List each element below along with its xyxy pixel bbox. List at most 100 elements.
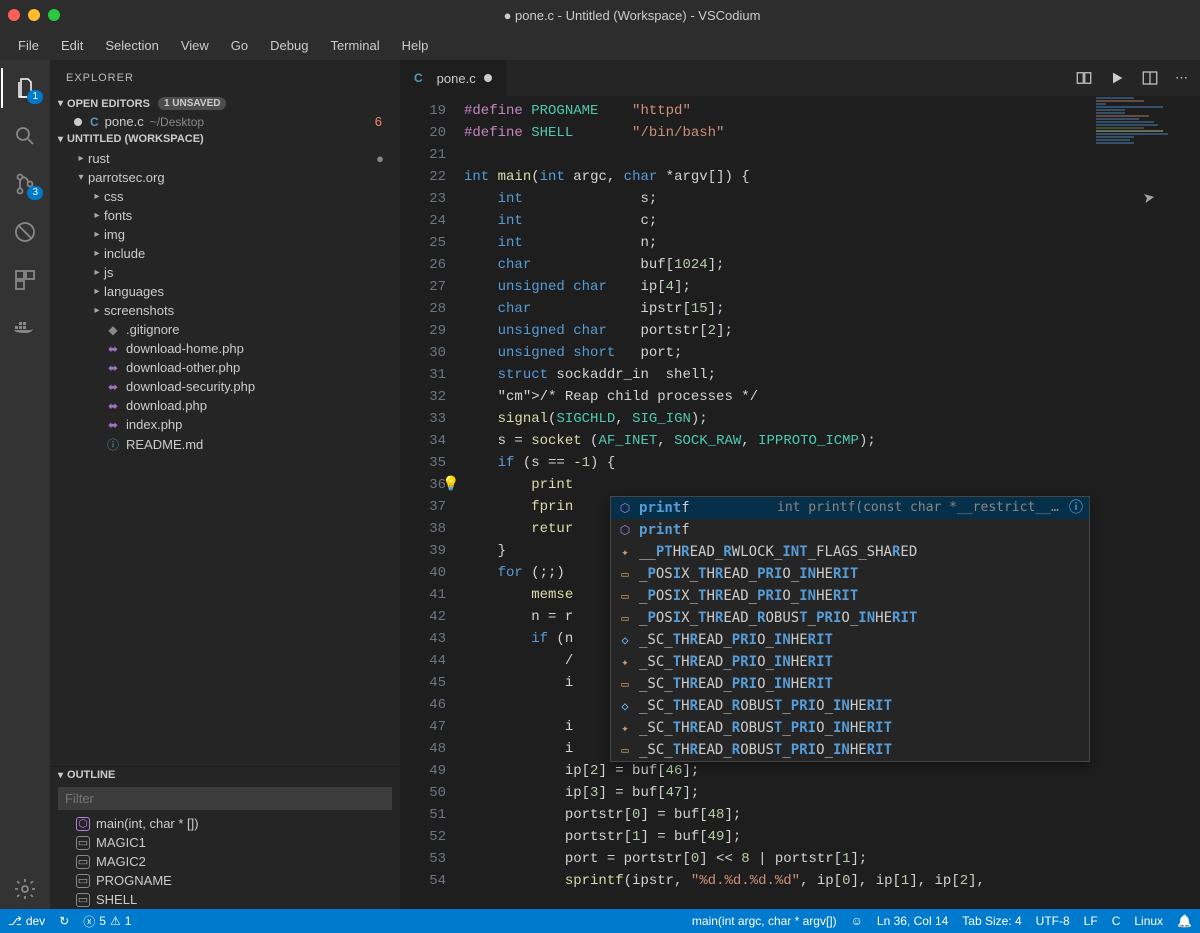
eol[interactable]: LF <box>1084 914 1098 928</box>
window-controls <box>8 9 60 21</box>
code-editor[interactable]: 1920212223242526272829303132333435363738… <box>400 96 1200 909</box>
suggest-item[interactable]: ⬡printfint printf(const char *__restrict… <box>611 497 1089 519</box>
split-editor-icon[interactable] <box>1141 69 1159 87</box>
folder-item[interactable]: ▸rust● <box>50 149 400 168</box>
menu-view[interactable]: View <box>171 34 219 57</box>
outline-item[interactable]: ▭PROGNAME <box>50 871 400 890</box>
suggest-item[interactable]: ▭_SC_THREAD_PRIO_INHERIT <box>611 673 1089 695</box>
outline-item[interactable]: ⬡main(int, char * []) <box>50 814 400 833</box>
menu-go[interactable]: Go <box>221 34 258 57</box>
lightbulb-icon[interactable]: 💡 <box>442 474 459 496</box>
suggest-item[interactable]: ✦_SC_THREAD_ROBUST_PRIO_INHERIT <box>611 717 1089 739</box>
menu-bar: File Edit Selection View Go Debug Termin… <box>0 30 1200 60</box>
outline-filter-input[interactable] <box>58 787 392 810</box>
folder-item[interactable]: ▸include <box>50 244 400 263</box>
menu-selection[interactable]: Selection <box>95 34 168 57</box>
menu-help[interactable]: Help <box>392 34 439 57</box>
cursor-position[interactable]: Ln 36, Col 14 <box>877 914 948 928</box>
suggest-item[interactable]: ✦__PTHREAD_RWLOCK_INT_FLAGS_SHARED <box>611 541 1089 563</box>
suggest-kind-icon: ▭ <box>617 585 633 607</box>
suggest-kind-icon: ▭ <box>617 563 633 585</box>
constant-icon: ▭ <box>76 874 90 888</box>
split-compare-icon[interactable] <box>1075 69 1093 87</box>
file-item[interactable]: ⬌download-security.php <box>50 377 400 396</box>
dirty-dot-icon: ● <box>376 151 384 166</box>
suggest-item[interactable]: ▭_SC_THREAD_ROBUST_PRIO_INHERIT <box>611 739 1089 761</box>
suggest-item[interactable]: ✦_SC_THREAD_PRIO_INHERIT <box>611 651 1089 673</box>
minimize-window-icon[interactable] <box>28 9 40 21</box>
outline-item[interactable]: ▭MAGIC1 <box>50 833 400 852</box>
file-item[interactable]: ⓘREADME.md <box>50 434 400 455</box>
suggest-item[interactable]: ⬡printf <box>611 519 1089 541</box>
status-bar: dev ↻ ⓧ5 ⚠1 main(int argc, char * argv[]… <box>0 909 1200 933</box>
open-editor-item[interactable]: C pone.c ~/Desktop 6 <box>50 112 400 131</box>
debug-icon[interactable] <box>1 212 49 252</box>
menu-debug[interactable]: Debug <box>260 34 318 57</box>
outline-item[interactable]: ▭MAGIC2 <box>50 852 400 871</box>
notifications-bell-icon[interactable] <box>1177 914 1192 928</box>
constant-icon: ▭ <box>76 893 90 907</box>
explorer-icon[interactable]: 1 <box>1 68 49 108</box>
problems-status[interactable]: ⓧ5 ⚠1 <box>83 913 131 930</box>
git-branch[interactable]: dev <box>8 914 45 928</box>
constant-icon: ▭ <box>76 836 90 850</box>
chevron-icon: ▸ <box>90 191 104 202</box>
folder-item[interactable]: ▸css <box>50 187 400 206</box>
chevron-down-icon: ▾ <box>58 770 63 781</box>
editor-tab-pone[interactable]: C pone.c <box>400 60 507 96</box>
language-mode[interactable]: C <box>1112 914 1121 928</box>
error-icon: ⓧ <box>83 913 95 930</box>
file-item[interactable]: ◆.gitignore <box>50 320 400 339</box>
tab-size[interactable]: Tab Size: 4 <box>962 914 1021 928</box>
folder-item[interactable]: ▸screenshots <box>50 301 400 320</box>
constant-icon: ▭ <box>76 855 90 869</box>
minimap[interactable] <box>1092 96 1188 496</box>
file-item[interactable]: ⬌download-home.php <box>50 339 400 358</box>
folder-item[interactable]: ▸img <box>50 225 400 244</box>
outline-item[interactable]: ▭SHELL <box>50 890 400 909</box>
settings-gear-icon[interactable] <box>1 869 49 909</box>
suggest-item[interactable]: ▭_POSIX_THREAD_PRIO_INHERIT <box>611 563 1089 585</box>
folder-item[interactable]: ▸js <box>50 263 400 282</box>
search-icon[interactable] <box>1 116 49 156</box>
suggest-kind-icon: ✦ <box>617 541 633 563</box>
c-file-icon: C <box>90 115 99 129</box>
file-item[interactable]: ⬌download.php <box>50 396 400 415</box>
workspace-header[interactable]: ▾ UNTITLED (WORKSPACE) <box>50 131 400 147</box>
suggest-item[interactable]: ◇_SC_THREAD_PRIO_INHERIT <box>611 629 1089 651</box>
info-icon[interactable]: ⓘ <box>1069 497 1083 519</box>
menu-edit[interactable]: Edit <box>51 34 93 57</box>
file-item[interactable]: ⬌download-other.php <box>50 358 400 377</box>
suggest-kind-icon: ✦ <box>617 717 633 739</box>
intellisense-popup[interactable]: ⬡printfint printf(const char *__restrict… <box>610 496 1090 762</box>
folder-item[interactable]: ▸languages <box>50 282 400 301</box>
run-icon[interactable] <box>1109 70 1125 86</box>
open-editors-header[interactable]: ▾ OPEN EDITORS 1 UNSAVED <box>50 95 400 112</box>
folder-item[interactable]: ▸fonts <box>50 206 400 225</box>
feedback-icon[interactable]: ☺ <box>851 914 863 928</box>
os-indicator[interactable]: Linux <box>1134 914 1163 928</box>
sync-button[interactable]: ↻ <box>59 914 69 928</box>
menu-file[interactable]: File <box>8 34 49 57</box>
breadcrumb-context[interactable]: main(int argc, char * argv[]) <box>692 914 837 928</box>
suggest-item[interactable]: ◇_SC_THREAD_ROBUST_PRIO_INHERIT <box>611 695 1089 717</box>
outline-header[interactable]: ▾ OUTLINE <box>50 767 400 783</box>
maximize-window-icon[interactable] <box>48 9 60 21</box>
sidebar-title: EXPLORER <box>50 60 400 95</box>
title-bar: ● pone.c - Untitled (Workspace) - VSCodi… <box>0 0 1200 30</box>
close-window-icon[interactable] <box>8 9 20 21</box>
suggest-kind-icon: ▭ <box>617 673 633 695</box>
menu-terminal[interactable]: Terminal <box>320 34 389 57</box>
source-control-icon[interactable]: 3 <box>1 164 49 204</box>
chevron-icon: ▸ <box>74 153 88 164</box>
suggest-item[interactable]: ▭_POSIX_THREAD_ROBUST_PRIO_INHERIT <box>611 607 1089 629</box>
file-item[interactable]: ⬌index.php <box>50 415 400 434</box>
docker-icon[interactable] <box>1 308 49 348</box>
suggest-item[interactable]: ▭_POSIX_THREAD_PRIO_INHERIT <box>611 585 1089 607</box>
folder-item[interactable]: ▾parrotsec.org <box>50 168 400 187</box>
more-actions-icon[interactable]: ⋯ <box>1175 70 1188 86</box>
extensions-icon[interactable] <box>1 260 49 300</box>
encoding[interactable]: UTF-8 <box>1036 914 1070 928</box>
suggest-kind-icon: ⬡ <box>617 497 633 519</box>
warning-icon: ⚠ <box>110 914 121 928</box>
